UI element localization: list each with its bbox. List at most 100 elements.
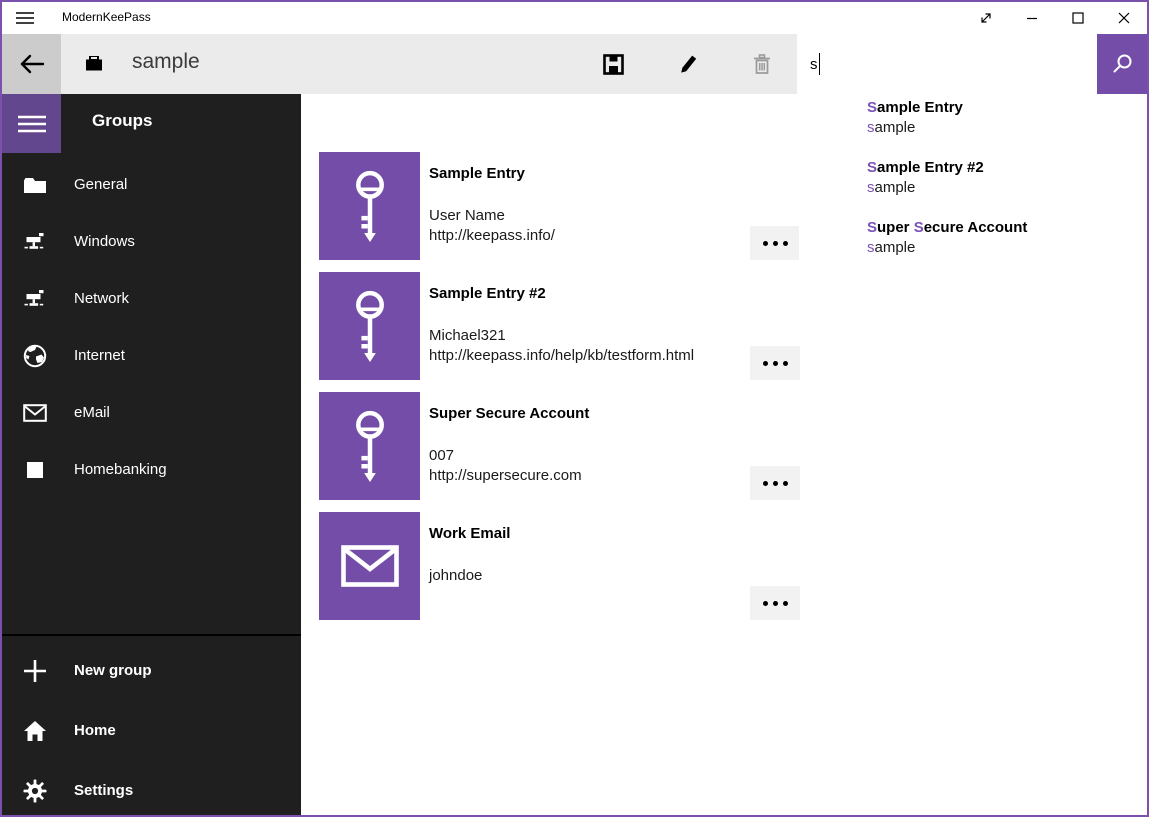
menu-icon[interactable]	[16, 11, 34, 25]
sidebar: Groups General Windows Network Internet	[2, 94, 301, 815]
entry-username: Michael321	[429, 326, 694, 346]
entry-tile	[319, 152, 420, 260]
search-suggestion[interactable]: Super Secure Account sample	[799, 218, 1147, 274]
entry-more-button[interactable]	[750, 226, 800, 260]
sidebar-item-label: eMail	[74, 400, 110, 426]
sidebar-item-label: General	[74, 172, 127, 198]
suggestion-title: Sample Entry	[867, 98, 1147, 118]
entry-more-button[interactable]	[750, 466, 800, 500]
suggestion-title: Super Secure Account	[867, 218, 1147, 238]
home-icon	[22, 720, 48, 742]
sidebar-item-internet[interactable]: Internet	[2, 343, 301, 369]
close-icon	[1118, 12, 1130, 24]
delete-button[interactable]	[738, 34, 786, 94]
minimize-button[interactable]	[1009, 2, 1055, 34]
entry-url: http://keepass.info/	[429, 226, 555, 246]
square-icon	[22, 462, 48, 478]
window-controls	[963, 2, 1147, 34]
more-icon	[763, 481, 768, 486]
entry-row[interactable]: Super Secure Account 007 http://supersec…	[319, 392, 800, 500]
key-icon	[347, 410, 393, 482]
entry-row[interactable]: Work Email johndoe	[319, 512, 800, 620]
suggestion-title: Sample Entry #2	[867, 158, 1147, 178]
entry-tile	[319, 272, 420, 380]
search-icon	[1111, 53, 1133, 75]
titlebar[interactable]: ModernKeePass	[2, 2, 1147, 34]
edit-icon	[678, 54, 698, 74]
search-suggestion[interactable]: Sample Entry sample	[799, 98, 1147, 154]
entry-title: Sample Entry	[429, 165, 525, 182]
entry-title: Work Email	[429, 525, 510, 542]
sidebar-item-settings[interactable]: Settings	[2, 778, 301, 804]
maximize-button[interactable]	[1055, 2, 1101, 34]
sidebar-item-home[interactable]: Home	[2, 718, 301, 744]
more-icon	[763, 361, 768, 366]
fullscreen-button[interactable]	[963, 2, 1009, 34]
search-suggestion[interactable]: Sample Entry #2 sample	[799, 158, 1147, 214]
gear-icon	[22, 779, 48, 803]
appbar-actions	[589, 34, 786, 94]
sidebar-item-general[interactable]: General	[2, 172, 301, 198]
entry-username: User Name	[429, 206, 555, 226]
sidebar-item-label: Homebanking	[74, 457, 167, 483]
sidebar-item-windows[interactable]: Windows	[2, 229, 301, 255]
entry-more-button[interactable]	[750, 346, 800, 380]
sidebar-item-label: Settings	[74, 778, 133, 804]
delete-icon	[753, 54, 771, 74]
sidebar-item-label: New group	[74, 658, 152, 684]
sidebar-item-new-group[interactable]: New group	[2, 658, 301, 684]
fullscreen-icon	[979, 11, 993, 25]
suggestion-subtitle: sample	[867, 238, 1147, 258]
sidebar-item-label: Internet	[74, 343, 125, 369]
search-suggestions: Sample Entry sample Sample Entry #2 samp…	[799, 94, 1147, 286]
back-button[interactable]	[2, 34, 61, 94]
save-button[interactable]	[589, 34, 637, 94]
pane-toggle-button[interactable]	[2, 94, 61, 153]
maximize-icon	[1072, 12, 1084, 24]
window-title: ModernKeePass	[62, 10, 151, 24]
appbar: sample s	[2, 34, 1147, 94]
folder-icon	[22, 177, 48, 194]
entry-title: Super Secure Account	[429, 405, 589, 422]
key-icon	[347, 170, 393, 242]
entry-title: Sample Entry #2	[429, 285, 546, 302]
back-arrow-icon	[19, 53, 45, 75]
entry-tile	[319, 512, 420, 620]
suggestion-subtitle: sample	[867, 118, 1147, 138]
close-button[interactable]	[1101, 2, 1147, 34]
envelope-icon	[341, 545, 399, 587]
search-input-value: s	[810, 56, 818, 73]
network-icon	[22, 290, 48, 308]
entry-tile	[319, 392, 420, 500]
entry-more-button[interactable]	[750, 586, 800, 620]
minimize-icon	[1026, 12, 1038, 24]
sidebar-item-email[interactable]: eMail	[2, 400, 301, 426]
app-window: ModernKeePass	[0, 0, 1149, 817]
sidebar-item-homebanking[interactable]: Homebanking	[2, 457, 301, 483]
entry-row[interactable]: Sample Entry #2 Michael321 http://keepas…	[319, 272, 800, 380]
more-icon	[763, 601, 768, 606]
suggestion-subtitle: sample	[867, 178, 1147, 198]
sidebar-item-label: Windows	[74, 229, 135, 255]
more-icon	[763, 241, 768, 246]
plus-icon	[22, 659, 48, 683]
save-icon	[603, 54, 624, 75]
search-input[interactable]: s	[797, 34, 1097, 94]
text-caret	[819, 53, 820, 75]
entry-row[interactable]: Sample Entry User Name http://keepass.in…	[319, 152, 800, 260]
sidebar-item-label: Network	[74, 286, 129, 312]
entry-username: 007	[429, 446, 582, 466]
network-icon	[22, 233, 48, 251]
entry-url: http://supersecure.com	[429, 466, 582, 486]
sidebar-item-network[interactable]: Network	[2, 286, 301, 312]
sidebar-item-label: Home	[74, 718, 116, 744]
sidebar-separator	[2, 634, 301, 636]
envelope-icon	[22, 404, 48, 422]
search-submit-button[interactable]	[1097, 34, 1147, 94]
edit-button[interactable]	[664, 34, 712, 94]
hamburger-icon	[18, 114, 46, 134]
globe-icon	[22, 344, 48, 368]
entry-url: http://keepass.info/help/kb/testform.htm…	[429, 346, 694, 366]
key-icon	[347, 290, 393, 362]
groups-header: Groups	[92, 111, 152, 131]
